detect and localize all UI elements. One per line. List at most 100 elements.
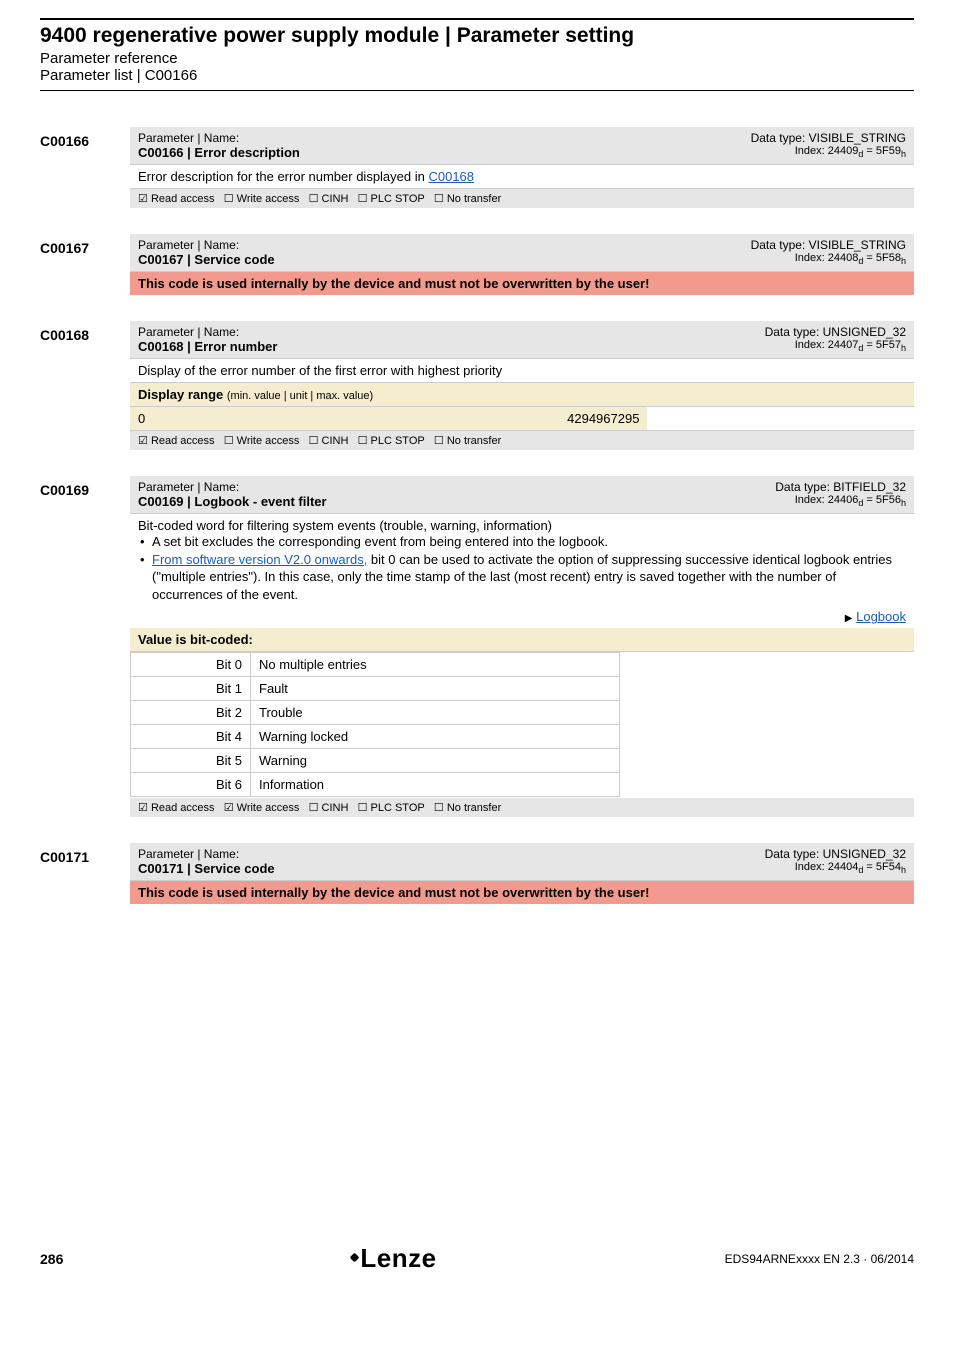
param-content: Parameter | Name: C00171 | Service code … xyxy=(130,843,914,904)
page-footer: 286 Lenze EDS94ARNExxxx EN 2.3 · 06/2014 xyxy=(0,1231,954,1290)
flag-cinh: CINH xyxy=(322,802,349,814)
bit-number: Bit 6 xyxy=(131,773,251,797)
range-label: Display range xyxy=(138,387,227,402)
desc-link[interactable]: C00168 xyxy=(428,169,474,184)
flag-read-icon: ☑ xyxy=(138,193,148,205)
version-link[interactable]: From software version V2.0 onwards, xyxy=(152,552,367,567)
param-entry: C00167 Parameter | Name: C00167 | Servic… xyxy=(40,234,914,295)
data-type: Data type: VISIBLE_STRING xyxy=(712,131,906,145)
table-row: Bit 5Warning xyxy=(131,749,620,773)
bits-header-row: Value is bit-coded: xyxy=(130,628,914,652)
flag-cinh-icon: ☐ xyxy=(309,193,319,205)
logbook-link[interactable]: Logbook xyxy=(856,609,906,624)
index-value: Index: 24406d = 5F56h xyxy=(712,494,906,508)
flags-row: ☑ Read access ☐ Write access ☐ CINH ☐ PL… xyxy=(130,431,914,450)
range-header-row: Display range (min. value | unit | max. … xyxy=(130,383,914,407)
flag-read: Read access xyxy=(151,435,215,447)
param-entry: C00169 Parameter | Name: C00169 | Logboo… xyxy=(40,476,914,817)
page-number: 286 xyxy=(40,1251,63,1267)
index-value: Index: 24407d = 5F57h xyxy=(712,339,906,353)
flag-read: Read access xyxy=(151,802,215,814)
param-header-row: Parameter | Name: C00167 | Service code … xyxy=(130,234,914,272)
bullet-item: From software version V2.0 onwards, bit … xyxy=(138,551,906,604)
brand-logo: Lenze xyxy=(351,1243,436,1274)
param-name: C00169 | Logbook - event filter xyxy=(138,494,696,509)
range-sublabel: (min. value | unit | max. value) xyxy=(227,390,373,402)
bit-value: Information xyxy=(251,773,620,797)
flag-notransfer-icon: ☐ xyxy=(434,193,444,205)
param-code: C00167 xyxy=(40,234,130,295)
flag-write: Write access xyxy=(237,802,300,814)
param-desc-row: Error description for the error number d… xyxy=(130,165,914,189)
bit-number: Bit 1 xyxy=(131,677,251,701)
bullet-list: A set bit excludes the corresponding eve… xyxy=(138,533,906,603)
param-label: Parameter | Name: xyxy=(138,847,696,861)
flag-read: Read access xyxy=(151,193,215,205)
flag-cinh-icon: ☐ xyxy=(309,435,319,447)
desc-text: Display of the error number of the first… xyxy=(130,359,914,383)
param-label: Parameter | Name: xyxy=(138,325,696,339)
table-row: Bit 0No multiple entries xyxy=(131,653,620,677)
bullet-item: A set bit excludes the corresponding eve… xyxy=(138,533,906,551)
flags-row: ☑ Read access ☐ Write access ☐ CINH ☐ PL… xyxy=(130,189,914,208)
header-divider xyxy=(40,90,914,91)
flag-notransfer: No transfer xyxy=(447,193,501,205)
param-entry: C00166 Parameter | Name: C00166 | Error … xyxy=(40,127,914,208)
flag-cinh-icon: ☐ xyxy=(309,802,319,814)
range-min: 0 xyxy=(130,407,389,431)
page-title: 9400 regenerative power supply module | … xyxy=(40,24,914,48)
flag-read-icon: ☑ xyxy=(138,802,148,814)
param-label: Parameter | Name: xyxy=(138,131,696,145)
index-value: Index: 24408d = 5F58h xyxy=(712,252,906,266)
flag-notransfer-icon: ☐ xyxy=(434,802,444,814)
param-label: Parameter | Name: xyxy=(138,238,696,252)
table-row: Bit 2Trouble xyxy=(131,701,620,725)
brand-dot-icon xyxy=(350,1252,360,1262)
param-desc-row: Bit-coded word for filtering system even… xyxy=(130,514,914,607)
page-subtitle-2: Parameter list | C00166 xyxy=(40,67,914,84)
flag-plcstop-icon: ☐ xyxy=(358,802,368,814)
param-code: C00171 xyxy=(40,843,130,904)
param-name: C00168 | Error number xyxy=(138,339,696,354)
bit-number: Bit 2 xyxy=(131,701,251,725)
param-entry: C00168 Parameter | Name: C00168 | Error … xyxy=(40,321,914,450)
data-type: Data type: UNSIGNED_32 xyxy=(712,325,906,339)
bit-number: Bit 0 xyxy=(131,653,251,677)
param-header-row: Parameter | Name: C00169 | Logbook - eve… xyxy=(130,476,914,514)
range-values-row: 0 4294967295 xyxy=(130,407,914,431)
index-value: Index: 24409d = 5F59h xyxy=(712,145,906,159)
flag-plcstop: PLC STOP xyxy=(371,193,425,205)
bit-value: Warning locked xyxy=(251,725,620,749)
triangle-icon: ▶ xyxy=(845,613,853,624)
param-name: C00166 | Error description xyxy=(138,145,696,160)
param-code: C00166 xyxy=(40,127,130,208)
data-type: Data type: VISIBLE_STRING xyxy=(712,238,906,252)
warning-text: This code is used internally by the devi… xyxy=(130,272,914,295)
flag-plcstop: PLC STOP xyxy=(371,802,425,814)
warning-row: This code is used internally by the devi… xyxy=(130,272,914,295)
logbook-link-row: ▶ Logbook xyxy=(130,607,914,628)
flag-plcstop: PLC STOP xyxy=(371,435,425,447)
param-header-row: Parameter | Name: C00166 | Error descrip… xyxy=(130,127,914,165)
desc-text: Bit-coded word for filtering system even… xyxy=(138,518,906,533)
table-row: Bit 6Information xyxy=(131,773,620,797)
bit-value: No multiple entries xyxy=(251,653,620,677)
flags-row: ☑ Read access ☑ Write access ☐ CINH ☐ PL… xyxy=(130,798,914,817)
data-type: Data type: UNSIGNED_32 xyxy=(712,847,906,861)
bits-table: Bit 0No multiple entries Bit 1Fault Bit … xyxy=(130,652,620,797)
table-row: Bit 1Fault xyxy=(131,677,620,701)
param-label: Parameter | Name: xyxy=(138,480,696,494)
flag-write-icon: ☑ xyxy=(224,802,234,814)
top-rule xyxy=(40,18,914,20)
flag-write-icon: ☐ xyxy=(224,193,234,205)
param-code: C00169 xyxy=(40,476,130,817)
bit-number: Bit 5 xyxy=(131,749,251,773)
page: 9400 regenerative power supply module | … xyxy=(0,0,954,1290)
param-content: Parameter | Name: C00169 | Logbook - eve… xyxy=(130,476,914,817)
flag-write: Write access xyxy=(237,193,300,205)
param-content: Parameter | Name: C00167 | Service code … xyxy=(130,234,914,295)
param-content: Parameter | Name: C00166 | Error descrip… xyxy=(130,127,914,208)
param-name: C00167 | Service code xyxy=(138,252,696,267)
bit-value: Warning xyxy=(251,749,620,773)
flag-notransfer: No transfer xyxy=(447,435,501,447)
